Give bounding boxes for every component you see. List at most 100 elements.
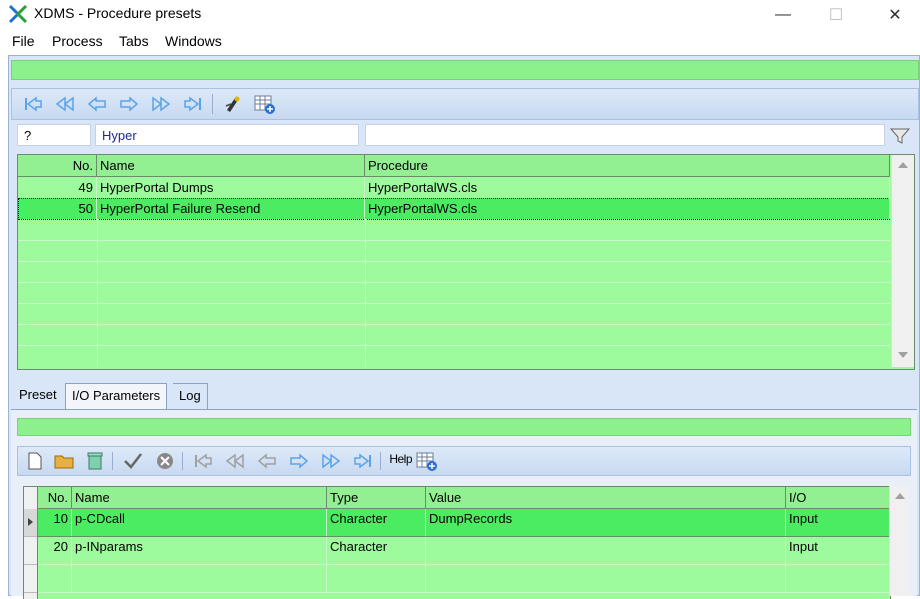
cell-no: 49 bbox=[18, 177, 97, 198]
empty-cell bbox=[38, 565, 72, 592]
empty-row bbox=[18, 303, 890, 325]
presets-grid-header: No. Name Procedure bbox=[18, 155, 890, 177]
add-table-icon[interactable] bbox=[416, 450, 438, 472]
cell-procedure: HyperPortalWS.cls bbox=[365, 177, 890, 198]
title-bar: XDMS - Procedure presets — ☐ ✕ bbox=[0, 0, 920, 30]
scroll-up-icon[interactable] bbox=[897, 161, 909, 169]
table-row-selected[interactable]: 10 p-CDcall Character DumpRecords Input bbox=[38, 509, 890, 537]
table-row-selected[interactable]: 50 HyperPortal Failure Resend HyperPorta… bbox=[18, 198, 890, 220]
cell-type: Character bbox=[327, 509, 426, 536]
empty-cell bbox=[426, 565, 786, 592]
column-divider bbox=[97, 219, 98, 367]
last-record-icon[interactable] bbox=[182, 93, 204, 115]
menu-bar: File Process Tabs Windows bbox=[0, 30, 920, 54]
col-header-value[interactable]: Value bbox=[426, 487, 786, 508]
number-filter-input[interactable]: ? bbox=[17, 124, 91, 146]
next-record-icon[interactable] bbox=[118, 93, 140, 115]
io-parameters-grid: No. Name Type Value I/O 10 p-CDcall Char… bbox=[23, 486, 891, 599]
prev-page-icon[interactable] bbox=[54, 93, 76, 115]
first-record-icon[interactable] bbox=[22, 93, 44, 115]
tab-preset[interactable]: Preset bbox=[13, 383, 63, 409]
check-icon[interactable] bbox=[122, 450, 144, 472]
close-button[interactable]: ✕ bbox=[872, 0, 918, 30]
first-record-icon[interactable] bbox=[192, 450, 214, 472]
cell-type: Character bbox=[327, 537, 426, 564]
cell-value: DumpRecords bbox=[426, 509, 786, 536]
row-pointer-icon bbox=[28, 518, 33, 526]
menu-tabs[interactable]: Tabs bbox=[119, 33, 149, 49]
top-status-bar bbox=[11, 60, 919, 80]
presets-grid: No. Name Procedure 49 HyperPortal Dumps … bbox=[17, 154, 915, 370]
table-row[interactable]: 49 HyperPortal Dumps HyperPortalWS.cls bbox=[18, 177, 890, 199]
empty-cell bbox=[72, 565, 327, 592]
name-filter-input[interactable]: Hyper bbox=[95, 124, 359, 146]
prev-record-icon[interactable] bbox=[256, 450, 278, 472]
col-header-no[interactable]: No. bbox=[18, 155, 97, 176]
col-header-procedure[interactable]: Procedure bbox=[365, 155, 890, 176]
next-page-icon[interactable] bbox=[150, 93, 172, 115]
io-toolbar: Help bbox=[17, 446, 911, 476]
cell-value bbox=[426, 537, 786, 564]
menu-windows[interactable]: Windows bbox=[165, 33, 222, 49]
toolbar-separator bbox=[112, 452, 113, 470]
cell-name: p-CDcall bbox=[72, 509, 327, 536]
empty-cell bbox=[327, 565, 426, 592]
prev-record-icon[interactable] bbox=[86, 93, 108, 115]
procedure-filter-input[interactable] bbox=[365, 124, 885, 146]
minimize-button[interactable]: — bbox=[760, 0, 806, 30]
cell-name: HyperPortal Failure Resend bbox=[97, 198, 365, 219]
menu-process[interactable]: Process bbox=[52, 33, 103, 49]
menu-file[interactable]: File bbox=[12, 33, 35, 49]
empty-row bbox=[18, 324, 890, 346]
empty-row bbox=[18, 219, 890, 241]
cell-name: HyperPortal Dumps bbox=[97, 177, 365, 198]
help-button[interactable]: Help bbox=[384, 452, 412, 466]
toolbar-separator bbox=[182, 452, 183, 470]
cancel-icon[interactable] bbox=[154, 450, 176, 472]
delete-bin-icon[interactable] bbox=[84, 450, 106, 472]
toolbar-separator bbox=[212, 94, 213, 114]
cell-procedure: HyperPortalWS.cls bbox=[365, 198, 890, 219]
current-row-indicator bbox=[24, 509, 37, 537]
col-header-no[interactable]: No. bbox=[38, 487, 72, 508]
col-header-type[interactable]: Type bbox=[327, 487, 426, 508]
prev-page-icon[interactable] bbox=[224, 450, 246, 472]
top-toolbar bbox=[11, 88, 919, 120]
tab-content-panel: Help No. Name Type Value I/O 10 p-CDcall… bbox=[11, 409, 917, 599]
empty-row bbox=[38, 565, 890, 593]
table-row[interactable]: 20 p-INparams Character Input bbox=[38, 537, 890, 565]
tab-log[interactable]: Log bbox=[173, 383, 208, 409]
io-grid-header: No. Name Type Value I/O bbox=[38, 487, 890, 509]
empty-row bbox=[18, 282, 890, 304]
scroll-down-icon[interactable] bbox=[897, 351, 909, 359]
main-panel: ? Hyper No. Name Procedure 49 HyperPorta… bbox=[8, 55, 920, 599]
new-document-icon[interactable] bbox=[24, 450, 46, 472]
scroll-up-icon[interactable] bbox=[894, 492, 906, 500]
tab-strip: Preset I/O Parameters Log bbox=[11, 383, 917, 409]
next-record-icon[interactable] bbox=[288, 450, 310, 472]
next-page-icon[interactable] bbox=[320, 450, 342, 472]
filter-funnel-icon[interactable] bbox=[889, 126, 911, 146]
io-grid-scrollbar[interactable] bbox=[889, 486, 910, 596]
cell-no: 50 bbox=[18, 198, 97, 219]
io-status-bar bbox=[17, 418, 911, 436]
col-header-name[interactable]: Name bbox=[72, 487, 327, 508]
maximize-button[interactable]: ☐ bbox=[813, 0, 859, 30]
run-icon[interactable] bbox=[222, 93, 244, 115]
column-divider bbox=[365, 219, 366, 367]
row-selector[interactable] bbox=[24, 537, 37, 565]
cell-no: 10 bbox=[38, 509, 72, 536]
row-indicator-column bbox=[24, 487, 38, 599]
col-header-io[interactable]: I/O bbox=[786, 487, 890, 508]
last-record-icon[interactable] bbox=[352, 450, 374, 472]
add-table-icon[interactable] bbox=[254, 93, 276, 115]
cell-io: Input bbox=[789, 511, 818, 526]
presets-grid-scrollbar[interactable] bbox=[891, 155, 914, 367]
col-header-name[interactable]: Name bbox=[97, 155, 365, 176]
row-selector[interactable] bbox=[24, 565, 37, 593]
open-folder-icon[interactable] bbox=[54, 450, 76, 472]
tab-io-parameters[interactable]: I/O Parameters bbox=[65, 383, 168, 409]
xdms-logo-icon bbox=[8, 4, 28, 24]
empty-row bbox=[18, 240, 890, 262]
window-title: XDMS - Procedure presets bbox=[34, 5, 202, 21]
